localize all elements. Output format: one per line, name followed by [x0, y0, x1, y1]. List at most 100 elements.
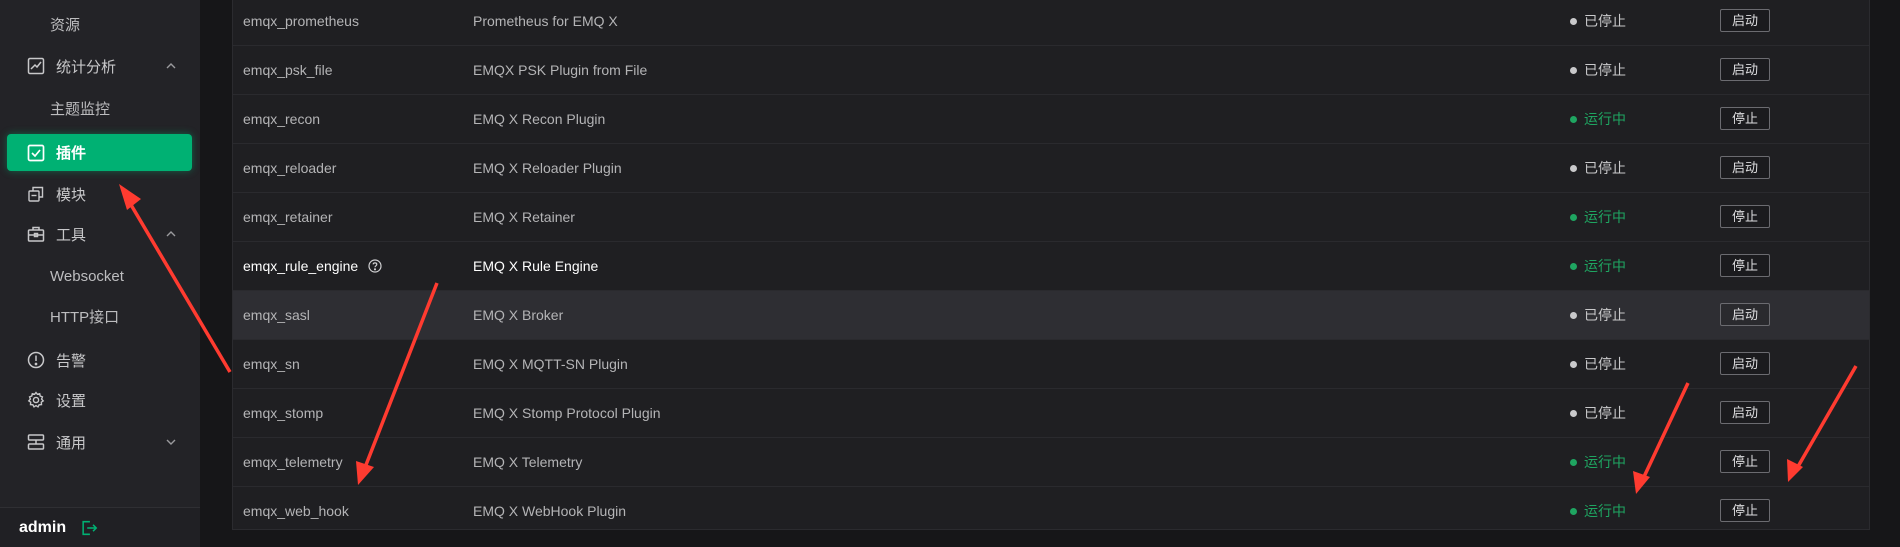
stop-button[interactable]: 停止: [1720, 107, 1770, 130]
plugin-name: emqx_stomp: [243, 405, 324, 421]
status-dot: [1570, 507, 1577, 515]
plugin-description: EMQX PSK Plugin from File: [473, 62, 648, 78]
status-text: 已停止: [1584, 13, 1626, 29]
sidebar-item-modules[interactable]: 模块: [0, 174, 200, 214]
plugin-name: emqx_recon: [243, 111, 321, 127]
sidebar-group-statistics[interactable]: 统计分析: [0, 46, 200, 86]
status-badge: 运行中: [1570, 95, 1626, 143]
status-dot: [1570, 262, 1577, 270]
plugin-name: emqx_sasl: [243, 307, 310, 323]
stop-button[interactable]: 停止: [1720, 205, 1770, 228]
status-text: 已停止: [1584, 356, 1626, 372]
chevron-down-icon: [166, 439, 176, 445]
sidebar-item-label: 插件: [56, 145, 87, 162]
plugin-name: emqx_rule_engine: [243, 258, 359, 274]
table-row: emqx_web_hook EMQ X WebHook Plugin 运行中 停…: [233, 487, 1869, 536]
status-dot: [1570, 311, 1577, 319]
sidebar-item-plugins[interactable]: 插件: [7, 134, 192, 171]
plugin-description: EMQ X WebHook Plugin: [473, 503, 627, 519]
status-dot: [1570, 66, 1577, 74]
general-icon: [26, 432, 46, 452]
sidebar-footer: admin: [0, 507, 200, 547]
plugin-name: emqx_reloader: [243, 160, 337, 176]
table-row: emqx_sasl EMQ X Broker 已停止 启动: [233, 291, 1869, 340]
status-dot: [1570, 17, 1577, 25]
sidebar-item-label: 统计分析: [56, 58, 117, 76]
sidebar: 资源 统计分析 主题监控 插件 模块 工具 Websocket HTTP接口 告…: [0, 0, 200, 547]
start-button[interactable]: 启动: [1720, 352, 1770, 375]
table-row: emqx_psk_file EMQX PSK Plugin from File …: [233, 46, 1869, 95]
status-text: 已停止: [1584, 160, 1626, 176]
sidebar-item-topic-monitor[interactable]: 主题监控: [0, 88, 200, 128]
status-badge: 运行中: [1570, 242, 1626, 290]
start-button[interactable]: 启动: [1720, 401, 1770, 424]
sidebar-item-settings[interactable]: 设置: [0, 380, 200, 420]
checkbox-icon: [26, 143, 46, 163]
status-badge: 已停止: [1570, 144, 1626, 192]
status-text: 已停止: [1584, 405, 1626, 421]
sidebar-item-label: 通用: [56, 434, 87, 452]
sidebar-item-label: 工具: [56, 226, 87, 244]
sidebar-item-label: 设置: [56, 392, 87, 410]
plugin-name: emqx_telemetry: [243, 454, 343, 470]
table-row: emqx_sn EMQ X MQTT-SN Plugin 已停止 启动: [233, 340, 1869, 389]
start-button[interactable]: 启动: [1720, 9, 1770, 32]
status-badge: 运行中: [1570, 193, 1626, 241]
alert-icon: [26, 350, 46, 370]
plugin-name-cell: emqx_rule_engine: [243, 242, 382, 290]
sidebar-item-label: 模块: [56, 186, 87, 204]
start-button[interactable]: 启动: [1720, 156, 1770, 179]
sidebar-item-label: 告警: [56, 352, 87, 370]
table-row: emqx_recon EMQ X Recon Plugin 运行中 停止: [233, 95, 1869, 144]
table-row: emqx_retainer EMQ X Retainer 运行中 停止: [233, 193, 1869, 242]
plugin-name: emqx_retainer: [243, 209, 333, 225]
status-dot: [1570, 458, 1577, 466]
username: admin: [19, 518, 67, 536]
question-circle-icon[interactable]: [368, 259, 382, 273]
plugin-description: EMQ X Recon Plugin: [473, 111, 606, 127]
plugin-name: emqx_psk_file: [243, 62, 333, 78]
status-badge: 已停止: [1570, 340, 1626, 388]
status-text: 运行中: [1584, 111, 1626, 127]
plugin-name: emqx_prometheus: [243, 13, 359, 29]
modules-icon: [26, 184, 46, 204]
sidebar-group-tools[interactable]: 工具: [0, 214, 200, 254]
toolbox-icon: [26, 224, 46, 244]
plugin-description: EMQ X MQTT-SN Plugin: [473, 356, 628, 372]
status-dot: [1570, 164, 1577, 172]
sidebar-item-alarms[interactable]: 告警: [0, 340, 200, 380]
start-button[interactable]: 启动: [1720, 303, 1770, 326]
chart-line-icon: [26, 56, 46, 76]
stop-button[interactable]: 停止: [1720, 254, 1770, 277]
main-content: emqx_prometheus Prometheus for EMQ X 已停止…: [200, 0, 1900, 547]
status-text: 运行中: [1584, 503, 1626, 519]
sidebar-item-label: 资源: [50, 16, 81, 34]
table-row: emqx_reloader EMQ X Reloader Plugin 已停止 …: [233, 144, 1869, 193]
sidebar-item-label: Websocket: [50, 267, 124, 285]
plugin-description: EMQ X Broker: [473, 307, 564, 323]
status-dot: [1570, 360, 1577, 368]
plugin-description: EMQ X Retainer: [473, 209, 575, 225]
status-badge: 已停止: [1570, 46, 1626, 94]
stop-button[interactable]: 停止: [1720, 499, 1770, 522]
sidebar-item-http-api[interactable]: HTTP接口: [0, 296, 200, 336]
status-text: 运行中: [1584, 454, 1626, 470]
sidebar-item-label: 主题监控: [50, 100, 111, 118]
sidebar-group-general[interactable]: 通用: [0, 422, 200, 462]
status-badge: 运行中: [1570, 438, 1626, 486]
status-text: 已停止: [1584, 307, 1626, 323]
start-button[interactable]: 启动: [1720, 58, 1770, 81]
sidebar-item-label: HTTP接口: [50, 308, 120, 326]
stop-button[interactable]: 停止: [1720, 450, 1770, 473]
status-dot: [1570, 409, 1577, 417]
status-badge: 已停止: [1570, 0, 1626, 45]
sidebar-item-resources[interactable]: 资源: [0, 4, 200, 44]
logout-icon[interactable]: [79, 518, 99, 538]
chevron-up-icon: [166, 231, 176, 237]
plugin-description: Prometheus for EMQ X: [473, 13, 618, 29]
sidebar-item-websocket[interactable]: Websocket: [0, 256, 200, 296]
status-badge: 已停止: [1570, 389, 1626, 437]
table-row: emqx_stomp EMQ X Stomp Protocol Plugin 已…: [233, 389, 1869, 438]
plugin-description: EMQ X Reloader Plugin: [473, 160, 622, 176]
gear-icon: [26, 390, 46, 410]
